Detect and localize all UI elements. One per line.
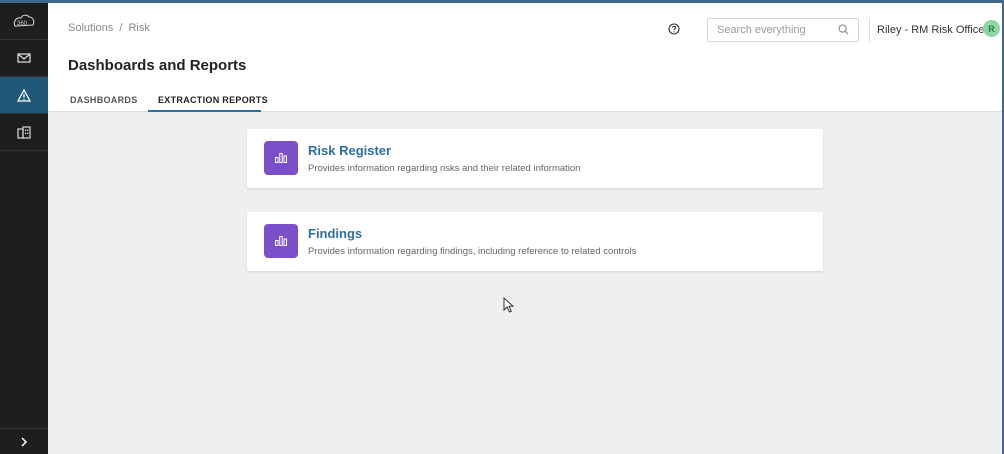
breadcrumb-separator: /: [119, 22, 123, 34]
logo-360[interactable]: 360: [0, 3, 48, 40]
bar-chart-icon: [264, 224, 298, 258]
user-name[interactable]: Riley - RM Risk Officer: [877, 24, 988, 36]
top-bar: Solutions / Risk Riley - RM Risk Officer…: [48, 3, 1002, 47]
report-card-risk-register[interactable]: Risk Register Provides information regar…: [247, 129, 823, 188]
report-card-findings[interactable]: Findings Provides information regarding …: [247, 212, 823, 271]
report-description: Provides information regarding findings,…: [308, 246, 637, 257]
breadcrumb: Solutions / Risk: [68, 22, 150, 34]
page-header: Dashboards and Reports: [48, 47, 1002, 89]
sidebar-expand-button[interactable]: [0, 428, 48, 454]
sidebar-item-risk[interactable]: [0, 77, 48, 114]
active-tab-indicator: [148, 110, 261, 112]
report-description: Provides information regarding risks and…: [308, 163, 581, 174]
help-circle-icon[interactable]: [668, 23, 680, 35]
bar-chart-icon: [264, 141, 298, 175]
mouse-cursor-icon: [503, 297, 515, 313]
mail-icon: [17, 53, 31, 63]
building-icon: [17, 125, 31, 139]
header-divider: [869, 18, 870, 42]
sidebar: 360: [0, 3, 48, 454]
warning-triangle-icon: [17, 88, 31, 102]
tab-extraction-reports[interactable]: EXTRACTION REPORTS: [158, 95, 268, 109]
avatar[interactable]: R: [983, 20, 1000, 37]
logo-icon: 360: [13, 14, 35, 27]
svg-text:360: 360: [17, 21, 28, 27]
chevron-right-icon: [21, 436, 28, 447]
breadcrumb-risk: Risk: [128, 22, 150, 34]
sidebar-item-messages[interactable]: [0, 40, 48, 77]
search-icon[interactable]: [838, 24, 849, 35]
page-title: Dashboards and Reports: [68, 57, 247, 74]
breadcrumb-solutions[interactable]: Solutions: [68, 22, 113, 34]
search-input[interactable]: [717, 22, 832, 38]
tab-bar: DASHBOARDS EXTRACTION REPORTS: [48, 89, 1002, 112]
search-box: [707, 18, 859, 42]
report-title[interactable]: Findings: [308, 226, 362, 241]
sidebar-item-organization[interactable]: [0, 114, 48, 151]
report-title[interactable]: Risk Register: [308, 143, 391, 158]
tab-dashboards[interactable]: DASHBOARDS: [70, 95, 138, 109]
